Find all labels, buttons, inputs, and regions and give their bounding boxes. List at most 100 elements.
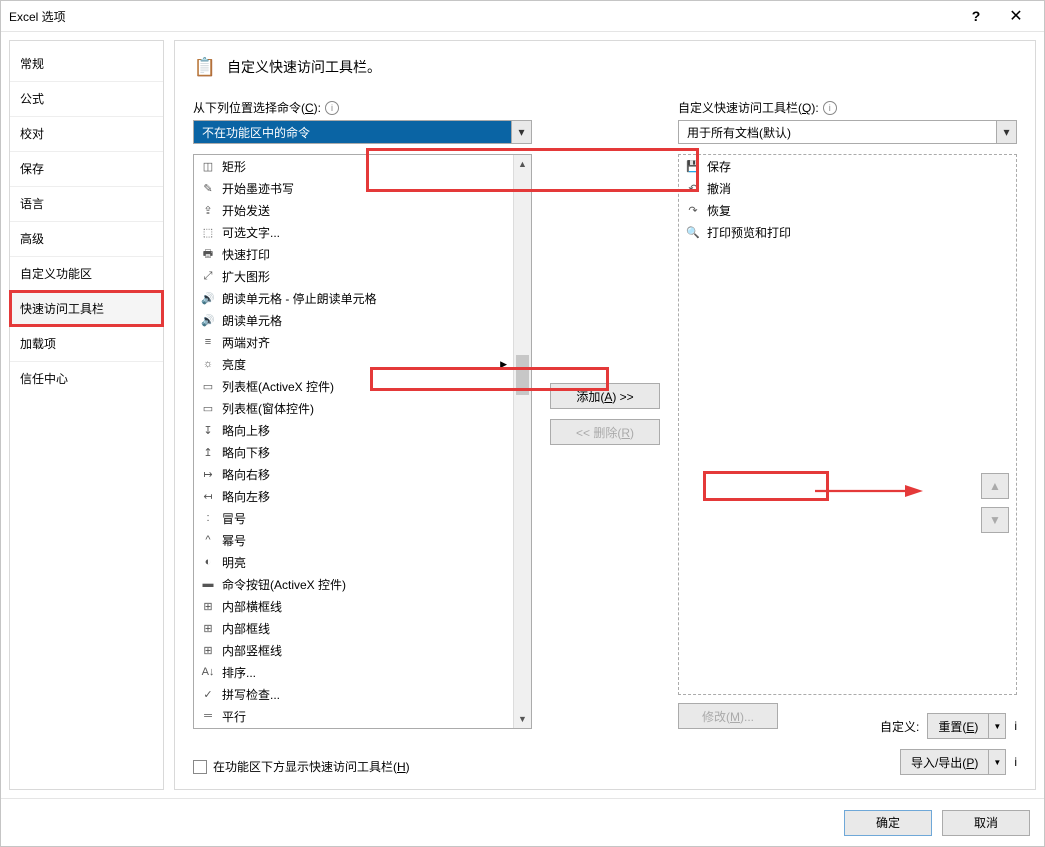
reset-button[interactable]: 重置(E) ▼ — [927, 713, 1006, 739]
list-item[interactable]: A↓排序... — [194, 661, 513, 683]
sort-icon: A↓ — [200, 664, 216, 680]
sidebar-item-language[interactable]: 语言 — [10, 186, 163, 221]
remove-button[interactable]: << 删除(R) — [550, 419, 660, 445]
bottom-area: 在功能区下方显示快速访问工具栏(H) 自定义: 重置(E) ▼ i 导入/导出(… — [193, 713, 1017, 775]
list-item[interactable]: ↧略向上移 — [194, 419, 513, 441]
sidebar-item-advanced[interactable]: 高级 — [10, 221, 163, 256]
list-item[interactable]: ⊞内部框线 — [194, 617, 513, 639]
colon-icon: : — [200, 510, 216, 526]
list-item[interactable]: 🔍打印预览和打印 — [679, 221, 1016, 243]
list-item[interactable]: :冒号 — [194, 507, 513, 529]
caret-icon: ^ — [200, 532, 216, 548]
toolbar-icon: 📋 — [193, 55, 217, 79]
list-item[interactable]: ✎开始墨迹书写 — [194, 177, 513, 199]
checkbox-icon — [193, 760, 207, 774]
list-item-speak-cells[interactable]: 🔊朗读单元格 — [194, 309, 513, 331]
ok-button[interactable]: 确定 — [844, 810, 932, 836]
show-below-ribbon-checkbox[interactable]: 在功能区下方显示快速访问工具栏(H) — [193, 758, 410, 775]
list-item[interactable]: ↥略向下移 — [194, 441, 513, 463]
close-button[interactable]: ✕ — [996, 1, 1036, 31]
nudgedown-icon: ↥ — [200, 444, 216, 460]
sidebar-item-addins[interactable]: 加载项 — [10, 326, 163, 361]
sidebar-item-save[interactable]: 保存 — [10, 151, 163, 186]
sidebar-item-trust-center[interactable]: 信任中心 — [10, 361, 163, 396]
help-button[interactable]: ? — [956, 1, 996, 31]
chevron-down-icon: ▼ — [988, 749, 1006, 775]
list-item[interactable]: ⬚可选文字... — [194, 221, 513, 243]
border-icon: ⊞ — [200, 598, 216, 614]
dialog-body: 常规 公式 校对 保存 语言 高级 自定义功能区 快速访问工具栏 加载项 信任中… — [1, 31, 1044, 798]
listbox-icon: ▭ — [200, 400, 216, 416]
list-item[interactable]: ↶撤消 — [679, 177, 1016, 199]
move-down-button[interactable]: ▼ — [981, 507, 1009, 533]
commands-from-combo[interactable]: 不在功能区中的命令 ▾ — [193, 120, 532, 144]
list-item[interactable]: ^幂号 — [194, 529, 513, 551]
list-item[interactable]: ≡两端对齐 — [194, 331, 513, 353]
excel-options-dialog: Excel 选项 ? ✕ 常规 公式 校对 保存 语言 高级 自定义功能区 快速… — [0, 0, 1045, 847]
add-button[interactable]: 添加(A) >> — [550, 383, 660, 409]
nudgeleft-icon: ↤ — [200, 488, 216, 504]
columns: 从下列位置选择命令(C): i 不在功能区中的命令 ▾ ◫矩形 ✎开始墨迹书写 … — [193, 99, 1017, 729]
list-item[interactable]: 🔊朗读单元格 - 停止朗读单元格 — [194, 287, 513, 309]
list-item[interactable]: ☼亮度▶ — [194, 353, 513, 375]
send-icon: ⇪ — [200, 202, 216, 218]
info-icon[interactable]: i — [325, 101, 339, 115]
list-item[interactable]: ◐明亮 — [194, 551, 513, 573]
reorder-buttons: ▲ ▼ — [981, 473, 1009, 533]
info-icon[interactable]: i — [1014, 755, 1017, 769]
printpreview-icon: 🔍 — [685, 224, 701, 240]
enlarge-icon: ⤢ — [200, 268, 216, 284]
list-item[interactable]: ▬命令按钮(ActiveX 控件) — [194, 573, 513, 595]
border-icon: ⊞ — [200, 642, 216, 658]
reset-area: 自定义: 重置(E) ▼ i 导入/导出(P) ▼ i — [880, 713, 1017, 775]
sidebar-item-formulas[interactable]: 公式 — [10, 81, 163, 116]
cancel-button[interactable]: 取消 — [942, 810, 1030, 836]
list-item[interactable]: ⇪开始发送 — [194, 199, 513, 221]
current-qat-list[interactable]: 💾保存 ↶撤消 ↷恢复 🔍打印预览和打印 — [678, 154, 1017, 695]
list-item[interactable]: ▭列表框(窗体控件) — [194, 397, 513, 419]
list-item[interactable]: ↤略向左移 — [194, 485, 513, 507]
listbox-icon: ▭ — [200, 378, 216, 394]
scroll-up-icon[interactable]: ▲ — [514, 155, 531, 173]
undo-icon: ↶ — [685, 180, 701, 196]
move-up-button[interactable]: ▲ — [981, 473, 1009, 499]
customize-scope-combo[interactable]: 用于所有文档(默认) ▾ — [678, 120, 1017, 144]
list-item[interactable]: ✓拼写检查... — [194, 683, 513, 705]
print-icon: 🖶 — [200, 246, 216, 262]
panel-title: 自定义快速访问工具栏。 — [227, 57, 381, 77]
sidebar-item-quick-access[interactable]: 快速访问工具栏 — [10, 291, 163, 326]
list-item[interactable]: ↷恢复 — [679, 199, 1016, 221]
bright-icon: ◐ — [200, 554, 216, 570]
alttext-icon: ⬚ — [200, 224, 216, 240]
list-item[interactable]: ◫矩形 — [194, 155, 513, 177]
info-icon[interactable]: i — [1014, 719, 1017, 733]
chevron-down-icon: ▾ — [511, 121, 531, 143]
list-item[interactable]: ⤢扩大图形 — [194, 265, 513, 287]
speak-icon: 🔊 — [200, 312, 216, 328]
sidebar-item-customize-ribbon[interactable]: 自定义功能区 — [10, 256, 163, 291]
sidebar-item-proofing[interactable]: 校对 — [10, 116, 163, 151]
list-item[interactable]: 🖶快速打印 — [194, 243, 513, 265]
save-icon: 💾 — [685, 158, 701, 174]
list-item[interactable]: ▭列表框(ActiveX 控件) — [194, 375, 513, 397]
speak-stop-icon: 🔊 — [200, 290, 216, 306]
chevron-down-icon: ▾ — [996, 121, 1016, 143]
import-export-button[interactable]: 导入/导出(P) ▼ — [900, 749, 1006, 775]
list-item[interactable]: ⊞内部横框线 — [194, 595, 513, 617]
button-icon: ▬ — [200, 576, 216, 592]
scroll-thumb[interactable] — [516, 355, 529, 395]
middle-column: 添加(A) >> << 删除(R) — [550, 99, 660, 729]
available-commands-list[interactable]: ◫矩形 ✎开始墨迹书写 ⇪开始发送 ⬚可选文字... 🖶快速打印 ⤢扩大图形 🔊… — [193, 154, 532, 729]
sidebar-item-general[interactable]: 常规 — [10, 47, 163, 81]
shape-icon: ◫ — [200, 158, 216, 174]
nudgeright-icon: ↦ — [200, 466, 216, 482]
list-item[interactable]: ↦略向右移 — [194, 463, 513, 485]
commands-from-label: 从下列位置选择命令(C): i — [193, 99, 532, 116]
info-icon[interactable]: i — [823, 101, 837, 115]
list-item[interactable]: 💾保存 — [679, 155, 1016, 177]
list-item[interactable]: ⊞内部竖框线 — [194, 639, 513, 661]
titlebar: Excel 选项 ? ✕ — [1, 1, 1044, 31]
left-column: 从下列位置选择命令(C): i 不在功能区中的命令 ▾ ◫矩形 ✎开始墨迹书写 … — [193, 99, 532, 729]
nudgeup-icon: ↧ — [200, 422, 216, 438]
scrollbar[interactable]: ▲ ▼ — [513, 155, 531, 728]
